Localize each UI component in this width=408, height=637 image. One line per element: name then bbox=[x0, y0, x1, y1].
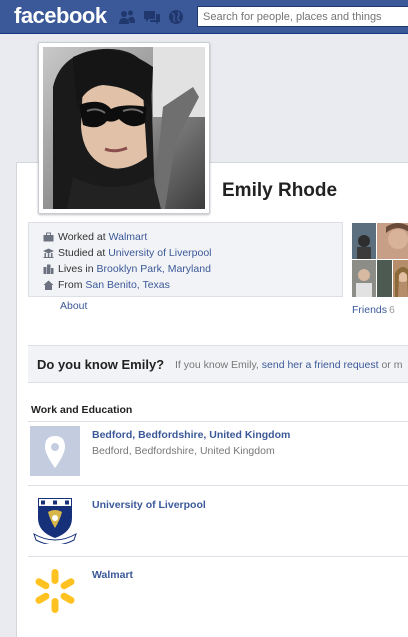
friend-requests-icon[interactable] bbox=[118, 9, 136, 25]
item-divider bbox=[28, 485, 408, 486]
about-link[interactable]: About bbox=[60, 300, 87, 312]
search-input[interactable] bbox=[198, 7, 408, 26]
top-navigation-bar: facebook bbox=[0, 0, 408, 34]
friends-count: 6 bbox=[389, 304, 395, 316]
item-divider bbox=[28, 556, 408, 557]
do-you-know-bar: Do you know Emily? If you know Emily, se… bbox=[28, 345, 408, 383]
location-pin-icon[interactable] bbox=[30, 426, 80, 476]
profile-photo bbox=[43, 47, 205, 209]
messages-icon[interactable] bbox=[143, 9, 161, 25]
friends-photo-grid bbox=[352, 223, 408, 297]
briefcase-icon bbox=[43, 232, 54, 242]
home-icon bbox=[43, 280, 54, 291]
work-item-title[interactable]: Bedford, Bedfordshire, United Kingdom bbox=[92, 429, 290, 441]
work-item-title[interactable]: Walmart bbox=[92, 569, 133, 581]
facebook-logo[interactable]: facebook bbox=[14, 3, 107, 29]
from-link[interactable]: San Benito, Texas bbox=[85, 279, 169, 291]
worked-at-label: Worked at bbox=[58, 231, 106, 243]
search-box[interactable] bbox=[197, 6, 408, 27]
friends-thumbnails[interactable] bbox=[352, 223, 408, 297]
from-label: From bbox=[58, 279, 83, 291]
do-you-know-suffix: or m bbox=[381, 359, 403, 371]
worked-at-row: Worked at Walmart bbox=[43, 229, 147, 245]
worked-at-link[interactable]: Walmart bbox=[109, 231, 148, 243]
lives-in-row: Lives in Brooklyn Park, Maryland bbox=[43, 261, 211, 277]
section-divider bbox=[28, 421, 408, 422]
school-icon bbox=[43, 248, 54, 259]
profile-picture[interactable] bbox=[38, 42, 210, 214]
do-you-know-question: Do you know Emily? bbox=[37, 357, 165, 372]
do-you-know-prefix: If you know Emily, bbox=[175, 359, 259, 371]
do-you-know-text: If you know Emily, send her a friend req… bbox=[175, 359, 402, 371]
work-education-title: Work and Education bbox=[31, 404, 133, 416]
notifications-globe-icon[interactable] bbox=[167, 9, 185, 25]
send-friend-request-link[interactable]: send her a friend request bbox=[262, 359, 379, 371]
walmart-spark-icon[interactable] bbox=[30, 566, 80, 616]
profile-name[interactable]: Emily Rhode bbox=[222, 180, 337, 202]
education-item-title[interactable]: University of Liverpool bbox=[92, 499, 206, 511]
studied-at-label: Studied at bbox=[58, 247, 106, 259]
studied-at-link[interactable]: University of Liverpool bbox=[108, 247, 211, 259]
intro-info-box: Worked at Walmart Studied at University … bbox=[28, 222, 343, 297]
lives-in-link[interactable]: Brooklyn Park, Maryland bbox=[97, 263, 211, 275]
lives-in-label: Lives in bbox=[58, 263, 94, 275]
studied-at-row: Studied at University of Liverpool bbox=[43, 245, 212, 261]
from-row: From San Benito, Texas bbox=[43, 277, 170, 293]
friends-section-label: Friends 6 bbox=[352, 304, 395, 316]
friends-link[interactable]: Friends bbox=[352, 304, 387, 316]
university-crest-icon[interactable] bbox=[30, 494, 80, 546]
city-icon bbox=[43, 264, 54, 275]
work-item-subtitle: Bedford, Bedfordshire, United Kingdom bbox=[92, 445, 275, 457]
